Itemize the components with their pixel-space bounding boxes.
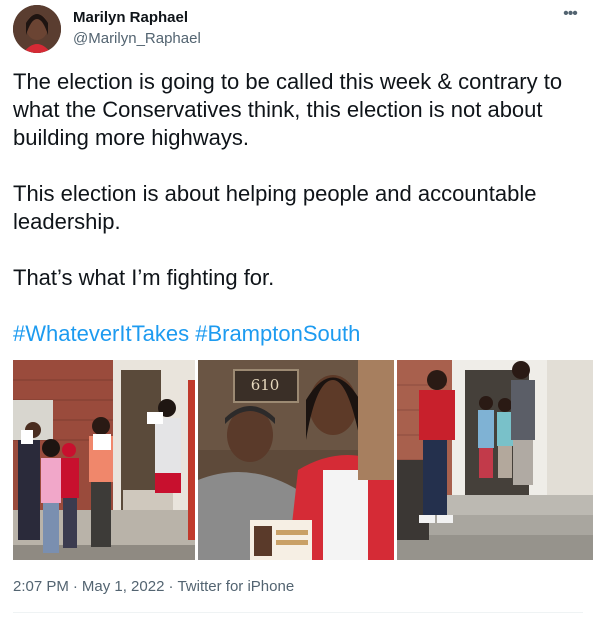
photo-steps[interactable] — [397, 360, 593, 560]
door-number: 610 — [250, 376, 280, 394]
meta-separator: · — [168, 578, 174, 595]
photo-selfie[interactable]: 610 — [198, 360, 395, 560]
divider — [13, 612, 583, 613]
avatar[interactable] — [13, 5, 61, 53]
meta-separator: · — [72, 578, 78, 595]
tweet-paragraph: This election is about helping people an… — [13, 181, 537, 234]
tweet-paragraph: That’s what I’m fighting for. — [13, 265, 275, 290]
tweet-paragraph: The election is going to be called this … — [13, 69, 563, 150]
hashtags: #WhateverItTakes #BramptonSouth — [13, 320, 583, 348]
tweet-text: The election is going to be called this … — [13, 68, 583, 348]
photo-steps-image — [397, 360, 593, 560]
tweet-media: 610 — [13, 360, 593, 560]
tweet-source[interactable]: Twitter for iPhone — [177, 578, 294, 595]
tweet-date[interactable]: May 1, 2022 — [82, 578, 165, 595]
tweet-meta: 2:07 PM · May 1, 2022 · Twitter for iPhone — [13, 578, 294, 595]
more-options-icon[interactable]: ••• — [558, 4, 582, 28]
photo-family-doorway[interactable] — [13, 360, 196, 560]
tweet-time[interactable]: 2:07 PM — [13, 578, 69, 595]
author-handle[interactable]: @Marilyn_Raphael — [73, 30, 201, 47]
avatar-portrait — [13, 5, 61, 53]
photo-selfie-image — [198, 360, 395, 560]
hashtag-link[interactable]: #WhateverItTakes — [13, 321, 189, 346]
hashtag-link[interactable]: #BramptonSouth — [195, 321, 360, 346]
author-name[interactable]: Marilyn Raphael — [73, 9, 188, 26]
photo-family-image — [13, 360, 196, 560]
